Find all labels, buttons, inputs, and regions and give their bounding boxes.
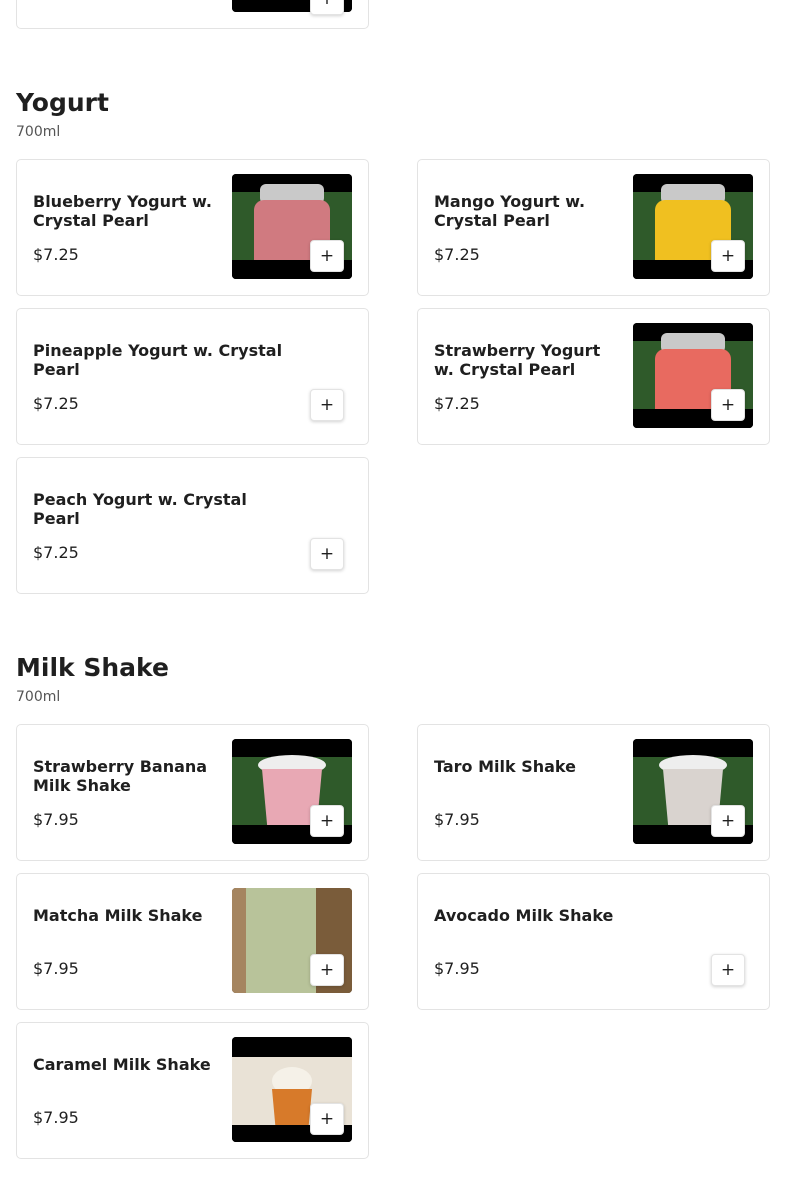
add-to-cart-button[interactable]: + — [310, 240, 344, 272]
menu-item-name: Peach Yogurt w. Crystal Pearl — [33, 490, 247, 528]
menu-item-card[interactable]: Strawberry Yogurt w. Crystal Pearl $7.25… — [417, 308, 770, 445]
menu-item-card[interactable]: Pineapple Yogurt w. Crystal Pearl $7.25 … — [16, 308, 369, 445]
menu-item-price: $7.25 — [33, 245, 79, 264]
section-title-milk-shake: Milk Shake — [16, 653, 169, 682]
menu-item-name: Matcha Milk Shake — [33, 906, 203, 925]
menu-item-card[interactable]: Blueberry Yogurt w. Crystal Pearl $7.25 … — [16, 159, 369, 296]
menu-item-price: $7.25 — [33, 543, 79, 562]
previous-section-card: + — [16, 0, 369, 29]
add-to-cart-button[interactable]: + — [310, 389, 344, 421]
menu-item-card[interactable]: Peach Yogurt w. Crystal Pearl $7.25 + — [16, 457, 369, 594]
menu-item-name: Blueberry Yogurt w. Crystal Pearl — [33, 192, 212, 230]
menu-item-name: Strawberry Yogurt w. Crystal Pearl — [434, 341, 601, 379]
menu-item-price: $7.25 — [434, 394, 480, 413]
menu-item-card[interactable]: Avocado Milk Shake $7.95 + — [417, 873, 770, 1010]
menu-item-name: Taro Milk Shake — [434, 757, 576, 776]
menu-item-price: $7.25 — [434, 245, 480, 264]
menu-item-name: Strawberry Banana Milk Shake — [33, 757, 208, 795]
menu-item-price: $7.95 — [33, 959, 79, 978]
section-subtitle-yogurt: 700ml — [16, 124, 61, 140]
add-to-cart-button[interactable]: + — [711, 805, 745, 837]
add-to-cart-button[interactable]: + — [711, 389, 745, 421]
add-to-cart-button[interactable]: + — [310, 954, 344, 986]
menu-item-price: $7.95 — [434, 810, 480, 829]
add-to-cart-button[interactable]: + — [310, 805, 344, 837]
menu-item-name: Mango Yogurt w. Crystal Pearl — [434, 192, 586, 230]
add-to-cart-button[interactable]: + — [711, 954, 745, 986]
add-to-cart-button[interactable]: + — [711, 240, 745, 272]
menu-item-card[interactable]: Caramel Milk Shake $7.95 + — [16, 1022, 369, 1159]
menu-item-price: $7.95 — [33, 1108, 79, 1127]
menu-item-price: $7.95 — [434, 959, 480, 978]
menu-item-name: Avocado Milk Shake — [434, 906, 614, 925]
menu-item-card[interactable]: Mango Yogurt w. Crystal Pearl $7.25 + — [417, 159, 770, 296]
menu-item-name: Pineapple Yogurt w. Crystal Pearl — [33, 341, 283, 379]
menu-item-price: $7.95 — [33, 810, 79, 829]
menu-item-name: Caramel Milk Shake — [33, 1055, 211, 1074]
menu-item-card[interactable]: Matcha Milk Shake $7.95 + — [16, 873, 369, 1010]
menu-item-card[interactable]: Taro Milk Shake $7.95 + — [417, 724, 770, 861]
add-to-cart-button[interactable]: + — [310, 1103, 344, 1135]
add-to-cart-button[interactable]: + — [310, 538, 344, 570]
menu-item-price: $7.25 — [33, 394, 79, 413]
previous-item-add-button[interactable]: + — [310, 0, 344, 15]
menu-item-card[interactable]: Strawberry Banana Milk Shake $7.95 + — [16, 724, 369, 861]
section-title-yogurt: Yogurt — [16, 88, 109, 117]
section-subtitle-milk-shake: 700ml — [16, 689, 61, 705]
